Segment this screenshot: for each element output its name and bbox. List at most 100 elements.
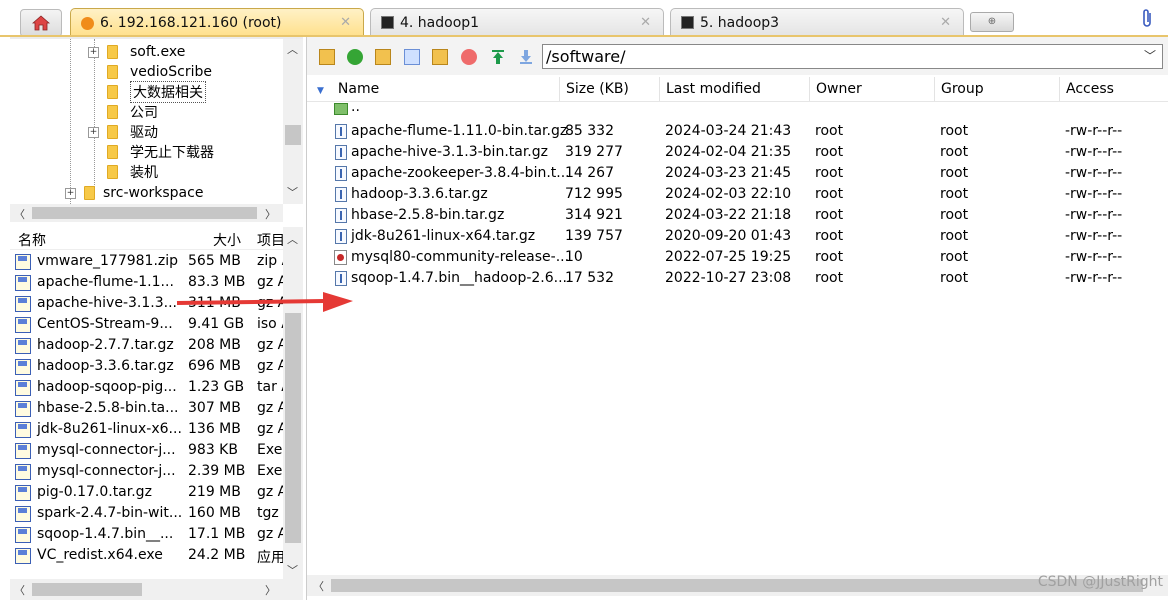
local-horizontal-scrollbar[interactable]: 〈 〉 [10, 579, 303, 600]
file-group: root [940, 144, 969, 160]
scroll-left-icon[interactable]: 〈 [313, 578, 324, 594]
sort-down-icon: ▼ [317, 86, 324, 96]
local-vertical-scrollbar[interactable]: ︿ ﹀ [283, 227, 303, 579]
file-owner: root [815, 144, 844, 160]
scroll-up-icon[interactable]: ︿ [287, 41, 298, 57]
col-type-header[interactable]: 项目 [257, 230, 285, 250]
close-tab-icon[interactable]: ✕ [640, 15, 651, 30]
refresh-icon[interactable] [347, 49, 363, 65]
file-name: apache-zookeeper-3.8.4-bin.t... [351, 165, 570, 181]
tree-item[interactable]: + soft.exe [88, 42, 185, 62]
remote-path-input[interactable]: /software/ ﹀ [542, 44, 1163, 69]
file-name: vmware_177981.zip [37, 253, 179, 269]
local-file-row[interactable]: hadoop-3.3.6.tar.gz 696 MB gz A [10, 357, 290, 378]
scroll-right-icon[interactable]: 〉 [265, 206, 276, 222]
col-name-header[interactable]: 名称 [18, 230, 46, 250]
tree-item[interactable]: + 驱动 [88, 122, 158, 142]
local-file-row[interactable]: hbase-2.5.8-bin.ta... 307 MB gz A [10, 399, 290, 420]
expand-icon[interactable]: + [88, 126, 99, 138]
local-file-row[interactable]: pig-0.17.0.tar.gz 219 MB gz A [10, 483, 290, 504]
scroll-thumb[interactable] [32, 583, 142, 596]
upload-icon[interactable] [490, 49, 506, 65]
file-size: 983 KB [188, 442, 238, 458]
tree-horizontal-scrollbar[interactable]: 〈 〉 [10, 204, 283, 222]
col-group-header[interactable]: Group [934, 77, 1059, 101]
tree-item[interactable]: 公司 [107, 102, 158, 122]
new-tab-button[interactable]: ⊕ [970, 12, 1014, 32]
tree-item[interactable]: vedioScribe [107, 62, 212, 82]
archive-file-icon [15, 401, 31, 417]
expand-icon[interactable]: + [65, 187, 76, 199]
file-name: mysql-connector-j... [37, 463, 176, 479]
col-name-header[interactable]: ▼ Name [307, 77, 559, 101]
scroll-down-icon[interactable]: ﹀ [287, 562, 298, 578]
file-size: 17.1 MB [188, 526, 246, 542]
local-file-row[interactable]: VC_redist.x64.exe 24.2 MB 应用 [10, 546, 290, 567]
tab-session-6[interactable]: 6. 192.168.121.160 (root) ✕ [70, 8, 364, 37]
local-file-row[interactable]: hadoop-2.7.7.tar.gz 208 MB gz A [10, 336, 290, 357]
file-group: root [940, 207, 969, 223]
tree-item[interactable]: 装机 [107, 162, 158, 182]
file-group: root [940, 270, 969, 286]
local-file-row[interactable]: spark-2.4.7-bin-wit... 160 MB tgz A [10, 504, 293, 525]
tree-item[interactable]: 学无止下载器 [107, 142, 214, 162]
col-owner-header[interactable]: Owner [809, 77, 934, 101]
local-file-row[interactable]: apache-flume-1.1... 83.3 MB gz A [10, 273, 290, 294]
remote-file-row[interactable]: apache-zookeeper-3.8.4-bin.t... 14 267 202… [307, 163, 1168, 184]
local-file-row[interactable]: mysql-connector-j... 2.39 MB Exe [10, 462, 290, 483]
local-file-row[interactable]: jdk-8u261-linux-x6... 136 MB gz A [10, 420, 290, 441]
open-folder-icon[interactable] [432, 49, 448, 65]
close-tab-icon[interactable]: ✕ [940, 15, 951, 30]
remote-file-row[interactable]: sqoop-1.4.7.bin__hadoop-2.6.... 17 532 202… [307, 268, 1168, 289]
home-button[interactable] [20, 9, 62, 37]
remote-file-row[interactable]: apache-hive-3.1.3-bin.tar.gz 319 277 2024-… [307, 142, 1168, 163]
col-size-header[interactable]: 大小 [213, 230, 241, 250]
tree-item[interactable]: 大数据相关 [107, 81, 206, 103]
close-tab-icon[interactable]: ✕ [340, 15, 351, 30]
local-file-row[interactable]: sqoop-1.4.7.bin__... 17.1 MB gz A [10, 525, 290, 546]
archive-file-icon [15, 317, 31, 333]
scroll-left-icon[interactable]: 〈 [14, 206, 25, 222]
file-name: jdk-8u261-linux-x64.tar.gz [351, 228, 536, 244]
file-size: 85 332 [565, 123, 614, 139]
tree-vertical-scrollbar[interactable]: ︿ ﹀ [283, 39, 303, 204]
tree-item[interactable]: + src-workspace [65, 183, 203, 203]
download-icon[interactable] [518, 49, 534, 65]
scroll-thumb[interactable] [331, 579, 1143, 592]
scroll-thumb[interactable] [32, 207, 257, 219]
remote-file-row[interactable]: mysql80-community-release-... 10 2022-07-2… [307, 247, 1168, 268]
remote-file-row[interactable]: jdk-8u261-linux-x64.tar.gz 139 757 2020-09… [307, 226, 1168, 247]
delete-icon[interactable] [461, 49, 477, 65]
remote-file-row[interactable]: apache-flume-1.11.0-bin.tar.gz 85 332 2024… [307, 121, 1168, 142]
expand-icon[interactable]: + [88, 46, 99, 58]
remote-file-row[interactable]: hbase-2.5.8-bin.tar.gz 314 921 2024-03-22 … [307, 205, 1168, 226]
local-file-row[interactable]: vmware_177981.zip 565 MB zip A [10, 252, 291, 273]
parent-dir-row[interactable]: .. [307, 99, 1168, 121]
file-owner: root [815, 249, 844, 265]
col-size-header[interactable]: Size (KB) [559, 77, 659, 101]
archive-file-icon [335, 124, 347, 139]
scroll-up-icon[interactable]: ︿ [287, 231, 298, 247]
file-owner: root [815, 123, 844, 139]
remote-file-row[interactable]: hadoop-3.3.6.tar.gz 712 995 2024-02-03 22:… [307, 184, 1168, 205]
scroll-thumb[interactable] [285, 125, 301, 145]
file-modified: 2024-02-03 22:10 [665, 186, 792, 202]
file-name: apache-hive-3.1.3... [37, 295, 177, 311]
col-modified-header[interactable]: Last modified [659, 77, 809, 101]
parent-folder-icon[interactable] [319, 49, 335, 65]
new-folder-icon[interactable] [375, 49, 391, 65]
scroll-left-icon[interactable]: 〈 [14, 582, 25, 598]
chevron-down-icon[interactable]: ﹀ [1144, 45, 1156, 68]
new-file-icon[interactable] [404, 49, 420, 65]
local-file-row[interactable]: hadoop-sqoop-pig... 1.23 GB tar A [10, 378, 291, 399]
col-access-header[interactable]: Access [1059, 77, 1168, 101]
archive-file-icon [15, 443, 31, 459]
local-file-row[interactable]: CentOS-Stream-9... 9.41 GB iso A [10, 315, 291, 336]
scroll-down-icon[interactable]: ﹀ [287, 184, 298, 200]
paperclip-icon[interactable] [1140, 8, 1154, 33]
scroll-right-icon[interactable]: 〉 [265, 582, 276, 598]
local-file-row[interactable]: mysql-connector-j... 983 KB Exe [10, 441, 290, 462]
scroll-thumb[interactable] [285, 313, 301, 543]
tab-session-4[interactable]: 4. hadoop1 ✕ [370, 8, 664, 36]
tab-session-5[interactable]: 5. hadoop3 ✕ [670, 8, 964, 36]
